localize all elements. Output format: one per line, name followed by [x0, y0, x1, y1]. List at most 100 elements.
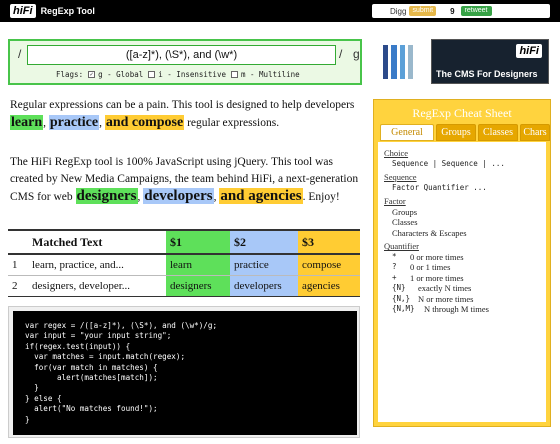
quantifier-row: {N} exactly N times — [384, 283, 546, 294]
section-syntax: Factor Quantifier ... — [392, 182, 487, 192]
flag-insensitive-checkbox[interactable] — [148, 71, 156, 78]
table-header-row: Matched Text $1 $2 $3 — [8, 229, 360, 255]
intro-paragraph: Regular expressions can be a pain. This … — [10, 99, 355, 130]
flag-multiline-checkbox[interactable] — [230, 71, 238, 78]
highlight-match-2: practice — [48, 115, 100, 130]
group-1-cell: learn — [166, 254, 230, 276]
quantifier-row: {N,} N or more times — [384, 294, 546, 305]
regex-input[interactable] — [27, 45, 336, 65]
highlight-match-3: and agencies — [219, 188, 303, 204]
column-header-matched-text: Matched Text — [28, 229, 166, 255]
column-header-group-2: $2 — [230, 229, 298, 255]
quantifier-desc: N or more times — [418, 293, 474, 304]
retweet-button[interactable]: retweet — [460, 6, 492, 16]
cheat-sheet-content: Choice Sequence | Sequence | ... Sequenc… — [378, 142, 546, 422]
logo-stripe — [383, 45, 389, 79]
matches-table: Matched Text $1 $2 $3 1 learn, practice,… — [8, 229, 360, 297]
highlight-match-2: developers — [143, 188, 214, 204]
group-1-cell: designers — [166, 275, 230, 297]
about-text: . Enjoy! — [302, 191, 340, 203]
regex-close-slash: / — [339, 47, 343, 61]
flag-global-checkbox[interactable]: ✓ — [88, 71, 96, 78]
matched-text-cell: learn, practice, and... — [28, 254, 166, 276]
table-row: 2 designers, developer... designers deve… — [8, 275, 360, 297]
row-index: 1 — [8, 254, 28, 276]
tab-groups[interactable]: Groups — [436, 124, 476, 141]
intro-text: regular expressions. — [184, 117, 280, 129]
column-header-index — [8, 229, 28, 255]
banner-text: The CMS For Designers — [436, 69, 538, 79]
quantifier-row: {N,M} N through M times — [384, 304, 546, 315]
quantifier-symbol: ? — [392, 262, 397, 271]
row-index: 2 — [8, 275, 28, 297]
nmc-logo[interactable] — [383, 45, 413, 79]
group-3-cell: compose — [298, 254, 360, 276]
group-2-cell: developers — [230, 275, 298, 297]
cheat-sheet-title: RegExp Cheat Sheet — [412, 106, 512, 120]
section-title: Sequence — [384, 172, 417, 182]
quantifier-desc: 1 or more times — [410, 272, 464, 283]
regex-panel: / / g Flags: ✓ g - Global i - Insensitiv… — [8, 39, 362, 85]
hifi-logo[interactable]: hiFi RegExp Tool — [10, 3, 95, 19]
cheat-sheet: RegExp Cheat Sheet General Groups Classe… — [373, 99, 551, 427]
section-title: Quantifier — [384, 241, 419, 251]
highlight-match-3: and compose — [104, 115, 185, 130]
cheat-sheet-tabs: General Groups Classes Chars — [380, 124, 550, 141]
top-bar: hiFi RegExp Tool Digg submit 9 retweet — [0, 0, 560, 22]
quantifier-symbol: + — [392, 272, 397, 282]
quantifier-symbol: * — [392, 251, 397, 261]
social-buttons: Digg submit 9 retweet — [372, 4, 550, 18]
banner-logo: hiFi — [516, 44, 542, 58]
retweet-count: 9 — [450, 6, 455, 16]
section-syntax: Sequence | Sequence | ... — [392, 158, 505, 168]
quantifier-row: ? 0 or 1 times — [384, 262, 546, 273]
section-quantifier: Quantifier * 0 or more times ? 0 or 1 time… — [384, 241, 546, 315]
quantifier-desc: N through M times — [424, 304, 489, 314]
section-title: Choice — [384, 148, 409, 158]
list-item: Classes — [392, 217, 418, 227]
quantifier-desc: 0 or 1 times — [410, 262, 451, 272]
logo-stripe — [391, 45, 397, 79]
logo-stripe — [399, 45, 405, 79]
logo-stripe — [407, 45, 413, 79]
list-item: Groups — [392, 206, 418, 217]
group-2-cell: practice — [230, 254, 298, 276]
quantifier-row: +1 or more times — [384, 273, 546, 284]
section-choice: Choice Sequence | Sequence | ... — [384, 148, 546, 169]
list-item: Characters & Escapes — [392, 227, 467, 238]
hifi-logo-mark: hiFi — [10, 4, 36, 18]
quantifier-desc: exactly N times — [418, 283, 472, 293]
quantifier-symbol: {N,M} — [392, 304, 415, 313]
quantifier-symbol: {N,} — [392, 293, 411, 303]
table-row: 1 learn, practice, and... learn practice… — [8, 254, 360, 276]
section-factor: Factor Groups Classes Characters & Escap… — [384, 196, 546, 238]
quantifier-row: * 0 or more times — [384, 252, 546, 263]
regex-open-slash: / — [18, 47, 22, 61]
flags-label: Flags: — [56, 70, 84, 79]
quantifier-symbol: {N} — [392, 283, 406, 292]
code-panel: var regex = /([a-z]*), (\S*), and (\w*)/… — [8, 306, 360, 438]
flag-insensitive-label: i - Insensitive — [158, 70, 226, 79]
quantifier-desc: 0 or more times — [410, 251, 464, 262]
flag-global-label: g - Global — [98, 70, 144, 79]
code-snippet[interactable]: var regex = /([a-z]*), (\S*), and (\w*)/… — [13, 311, 357, 435]
flag-multiline-label: m - Multiline — [240, 70, 300, 79]
highlight-match-1: learn — [10, 115, 44, 130]
column-header-group-1: $1 — [166, 229, 230, 255]
tab-classes[interactable]: Classes — [478, 124, 518, 141]
about-paragraph: The HiFi RegExp tool is 100% JavaScript … — [10, 156, 359, 204]
section-title: Factor — [384, 196, 406, 206]
tab-chars[interactable]: Chars — [520, 124, 550, 141]
highlight-match-1: designers — [75, 188, 138, 204]
digg-label: Digg — [390, 6, 407, 16]
matched-text-cell: designers, developer... — [28, 275, 166, 297]
tool-name: RegExp Tool — [40, 6, 95, 16]
hifi-banner-ad[interactable]: hiFi The CMS For Designers — [431, 39, 549, 84]
intro-text: Regular expressions can be a pain. This … — [10, 99, 355, 111]
digg-submit-button[interactable]: submit — [409, 6, 437, 16]
group-3-cell: agencies — [298, 275, 360, 297]
column-header-group-3: $3 — [298, 229, 360, 255]
flags-row: Flags: ✓ g - Global i - Insensitive m - … — [56, 70, 300, 79]
tab-general[interactable]: General — [380, 124, 434, 141]
regex-flag-suffix: g — [353, 47, 360, 61]
